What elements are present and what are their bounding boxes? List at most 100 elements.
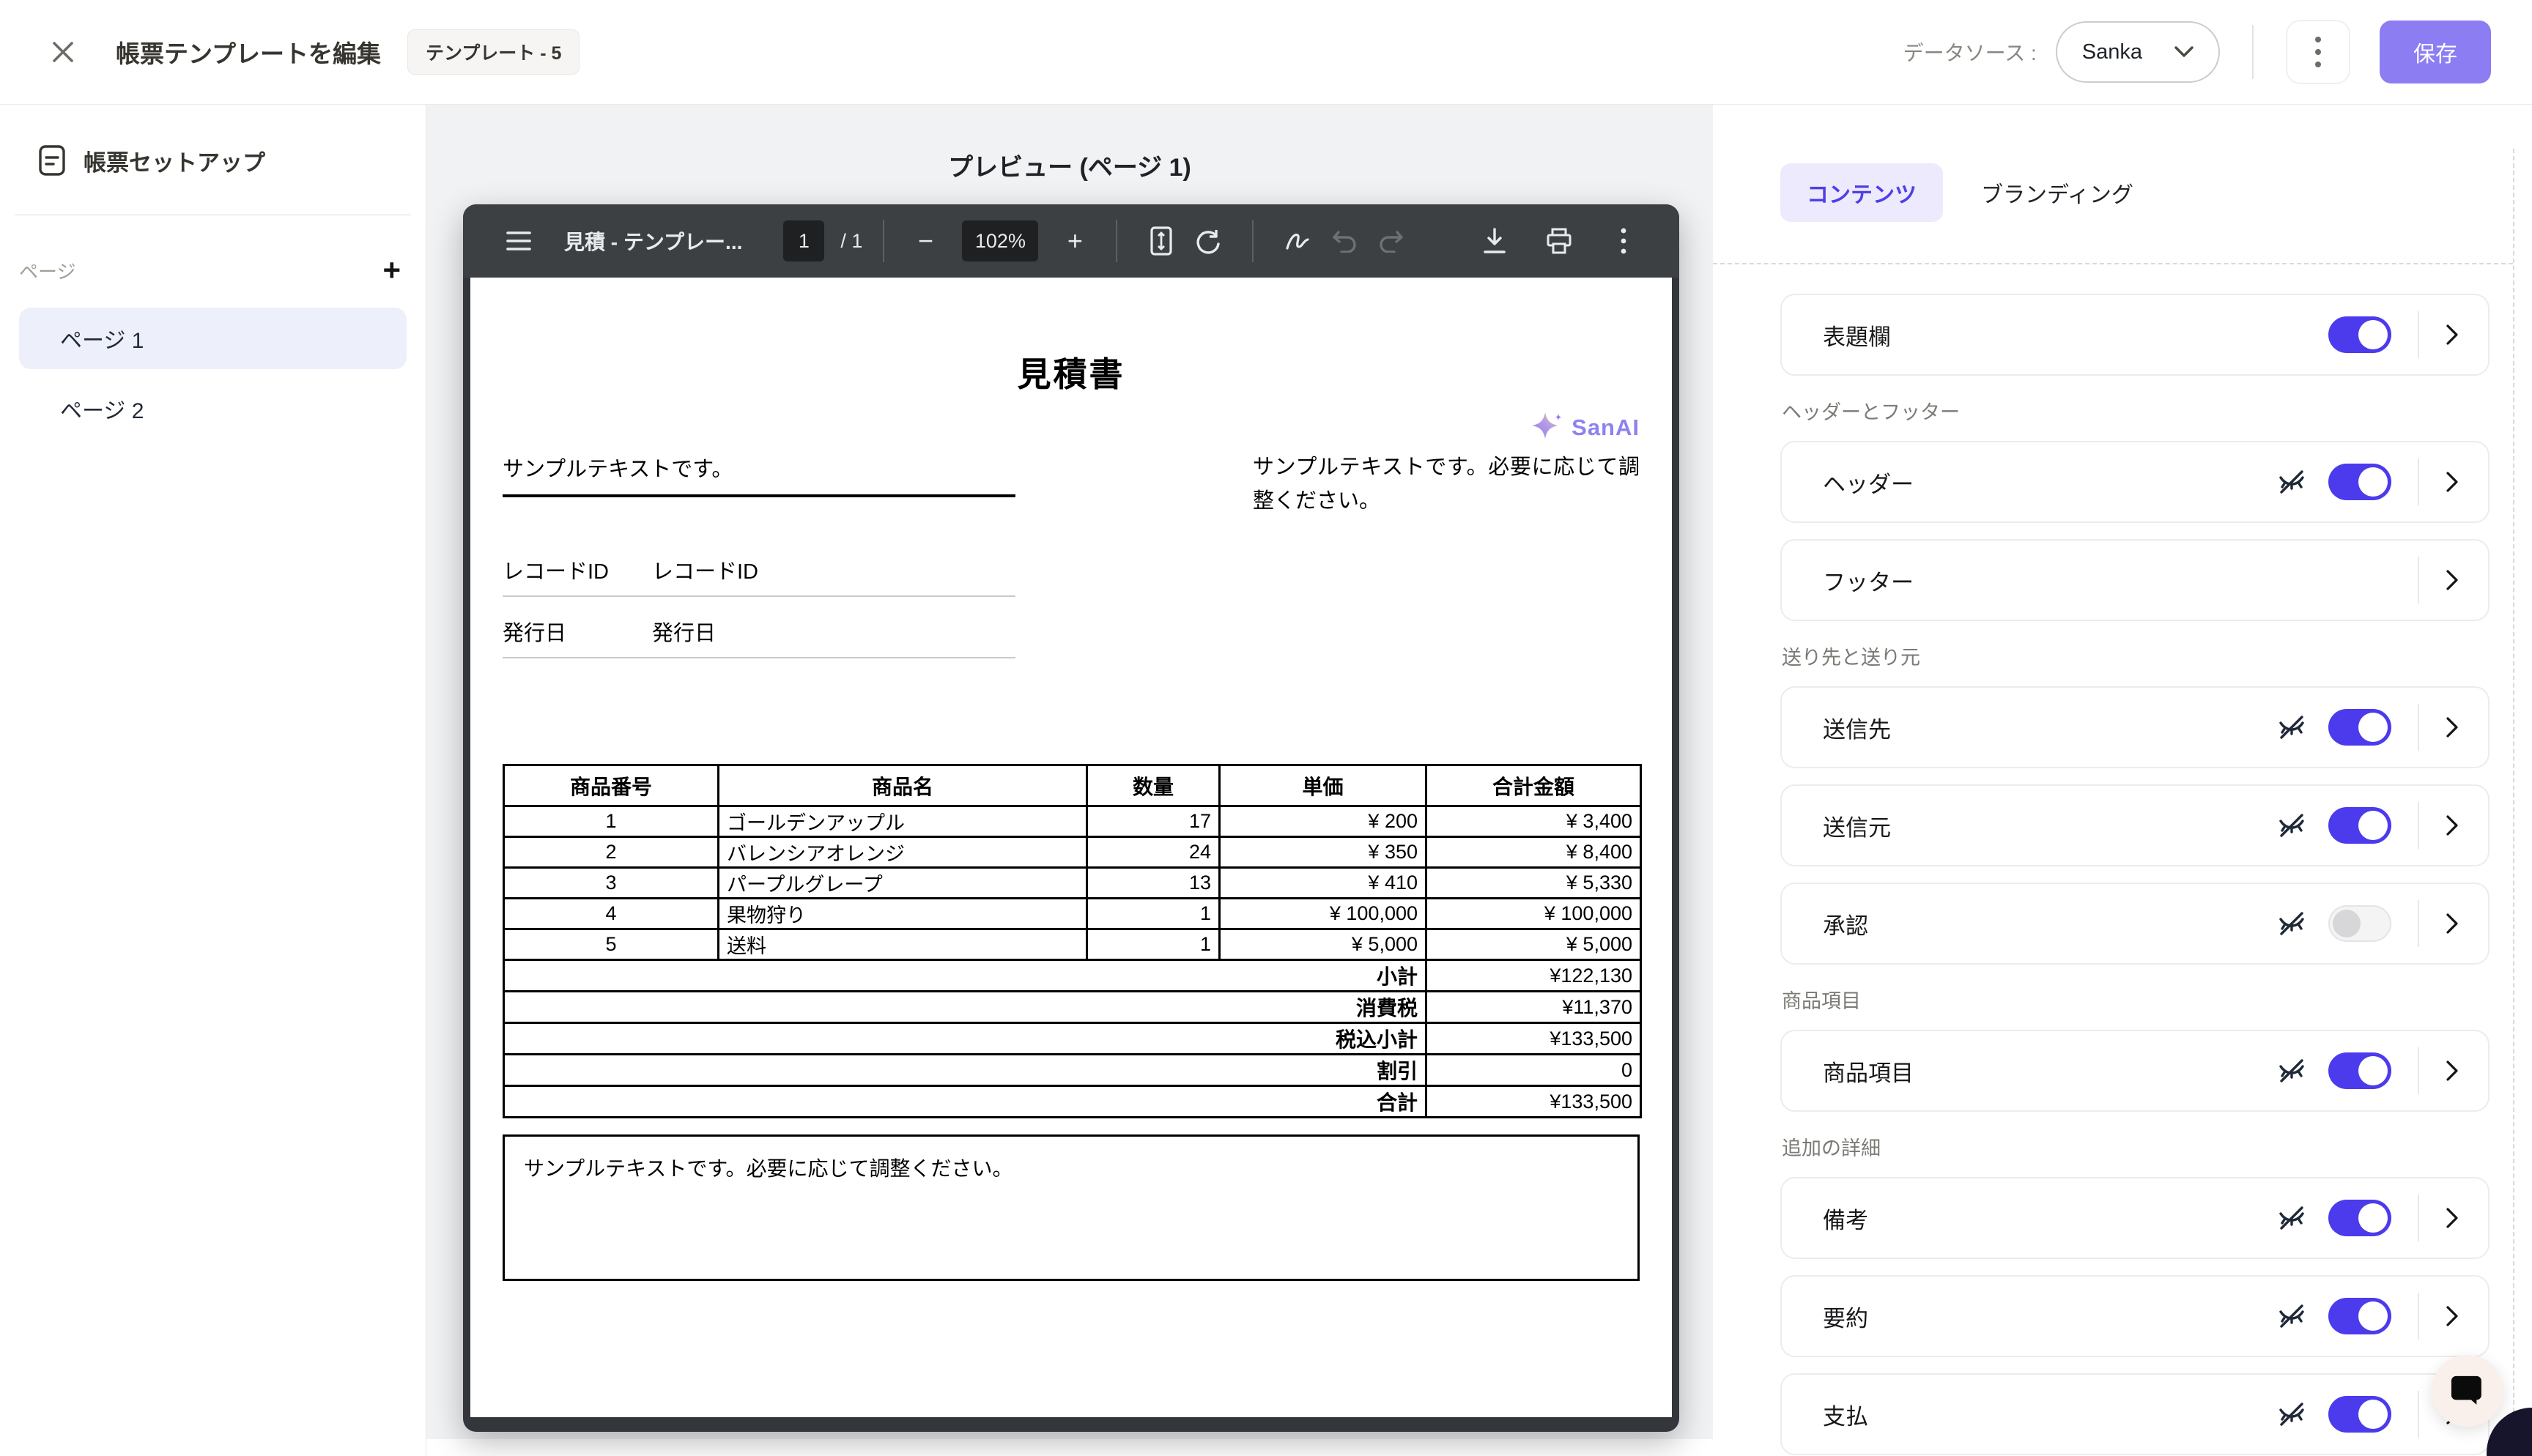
zoom-out-button[interactable]: − [905,226,946,256]
totals-label: 割引 [504,1055,1426,1086]
kebab-menu-icon[interactable] [1600,218,1647,264]
field-value: 発行日 [652,616,716,647]
tab-branding[interactable]: ブランディング [1955,163,2160,222]
chevron-right-icon[interactable] [2446,913,2459,935]
page-title: 帳票テンプレートを編集 [116,34,381,70]
items-header-cell: 合計金額 [1426,765,1641,806]
card-divider [2418,802,2419,849]
more-options-button[interactable] [2286,20,2350,84]
panel-card-label: 表題欄 [1823,319,2328,352]
items-header-cell: 商品番号 [504,765,719,806]
zoom-in-button[interactable]: + [1054,226,1095,256]
visibility-toggle[interactable] [2328,1396,2391,1433]
visibility-toggle[interactable] [2328,464,2391,500]
items-header-cell: 商品名 [719,765,1087,806]
eye-off-icon[interactable] [2276,811,2308,840]
save-button[interactable]: 保存 [2380,21,2491,83]
datasource-label: データソース : [1903,37,2037,67]
panel-card[interactable]: 要約 [1780,1275,2490,1357]
totals-label: 消費税 [504,992,1426,1023]
toggle-knob [2358,1056,2388,1085]
totals-value: 0 [1426,1055,1641,1086]
panel-card[interactable]: 商品項目 [1780,1030,2490,1112]
panel-card[interactable]: 送信先 [1780,686,2490,768]
redo-icon[interactable] [1368,218,1415,264]
pdf-viewer: 見積 - テンプレー... 1 / 1 − 102% + [463,204,1679,1432]
visibility-toggle[interactable] [2328,905,2391,942]
print-icon[interactable] [1536,218,1582,264]
preview-area: プレビュー (ページ 1) 見積 - テンプレー... 1 / 1 − 102%… [426,105,1713,1439]
panel-cards: 表題欄ヘッダーとフッターヘッダーフッター送り先と送り元送信先送信元承認商品項目商… [1713,264,2532,1455]
chevron-right-icon[interactable] [2446,1305,2459,1327]
panel-card[interactable]: 承認 [1780,883,2490,965]
totals-row: 割引0 [504,1055,1641,1086]
eye-off-icon[interactable] [2276,1400,2308,1429]
brand-logo: SanAI [1253,411,1640,445]
items-cell: ¥ 200 [1220,806,1426,837]
sidebar-page-item[interactable]: ページ 1 [19,308,407,369]
zoom-level-input[interactable]: 102% [962,220,1038,261]
chevron-right-icon[interactable] [2446,814,2459,836]
toggle-knob [2358,1203,2388,1233]
chevron-right-icon[interactable] [2446,1207,2459,1229]
panel-card[interactable]: 表題欄 [1780,294,2490,376]
sidebar-item-form-setup[interactable]: 帳票セットアップ [0,137,426,184]
rotate-icon[interactable] [1185,218,1232,264]
visibility-toggle[interactable] [2328,1200,2391,1236]
toggle-knob [2358,1301,2388,1331]
fit-page-icon[interactable] [1138,218,1185,264]
totals-row: 小計¥122,130 [504,960,1641,992]
eye-off-icon[interactable] [2276,713,2308,742]
card-divider [2418,458,2419,505]
chat-bubble-icon [2451,1375,2484,1407]
chevron-right-icon[interactable] [2446,569,2459,591]
items-cell: パープルグレープ [719,868,1087,899]
eye-off-icon[interactable] [2276,909,2308,938]
chevron-right-icon[interactable] [2446,471,2459,493]
items-cell: 果物狩り [719,899,1087,929]
datasource-value: Sanka [2082,40,2142,64]
items-row: 3パープルグレープ13¥ 410¥ 5,330 [504,868,1641,899]
panel-card[interactable]: フッター [1780,539,2490,621]
visibility-toggle[interactable] [2328,1052,2391,1089]
totals-row: 消費税¥11,370 [504,992,1641,1023]
document-icon [38,144,66,177]
eye-off-icon[interactable] [2276,1301,2308,1331]
sidebar-page-item[interactable]: ページ 2 [19,378,407,439]
document-field-row: レコードIDレコードID [503,535,1015,597]
panel-card[interactable]: 支払 [1780,1373,2490,1455]
panel-card[interactable]: 送信元 [1780,784,2490,866]
items-cell: ¥ 410 [1220,868,1426,899]
panel-card-label: ヘッダー [1823,466,2276,499]
section-heading: 追加の詳細 [1782,1132,2490,1161]
annotate-icon[interactable] [1274,218,1321,264]
items-header-cell: 数量 [1087,765,1220,806]
section-heading: ヘッダーとフッター [1782,396,2490,425]
visibility-toggle[interactable] [2328,1298,2391,1334]
eye-off-icon[interactable] [2276,1056,2308,1085]
visibility-toggle[interactable] [2328,807,2391,844]
datasource-select[interactable]: Sanka [2056,21,2220,83]
download-icon[interactable] [1471,218,1518,264]
add-page-button[interactable]: + [382,255,401,286]
eye-off-icon[interactable] [2276,467,2308,497]
visibility-toggle[interactable] [2328,316,2391,353]
chevron-right-icon[interactable] [2446,324,2459,346]
undo-icon[interactable] [1321,218,1368,264]
chat-button[interactable] [2432,1355,2503,1427]
chevron-right-icon[interactable] [2446,716,2459,738]
tab-content[interactable]: コンテンツ [1780,163,1943,222]
card-divider [2418,900,2419,947]
items-cell: ゴールデンアップル [719,806,1087,837]
menu-icon[interactable] [495,218,542,264]
items-cell: 1 [1087,929,1220,960]
panel-card[interactable]: 備考 [1780,1177,2490,1259]
settings-panel: コンテンツブランディング 表題欄ヘッダーとフッターヘッダーフッター送り先と送り元… [1713,105,2532,1456]
chevron-right-icon[interactable] [2446,1060,2459,1082]
page-total-label: / 1 [840,230,862,253]
visibility-toggle[interactable] [2328,709,2391,746]
page-number-input[interactable]: 1 [783,220,824,261]
panel-card[interactable]: ヘッダー [1780,441,2490,523]
close-icon[interactable] [41,30,85,74]
eye-off-icon[interactable] [2276,1203,2308,1233]
